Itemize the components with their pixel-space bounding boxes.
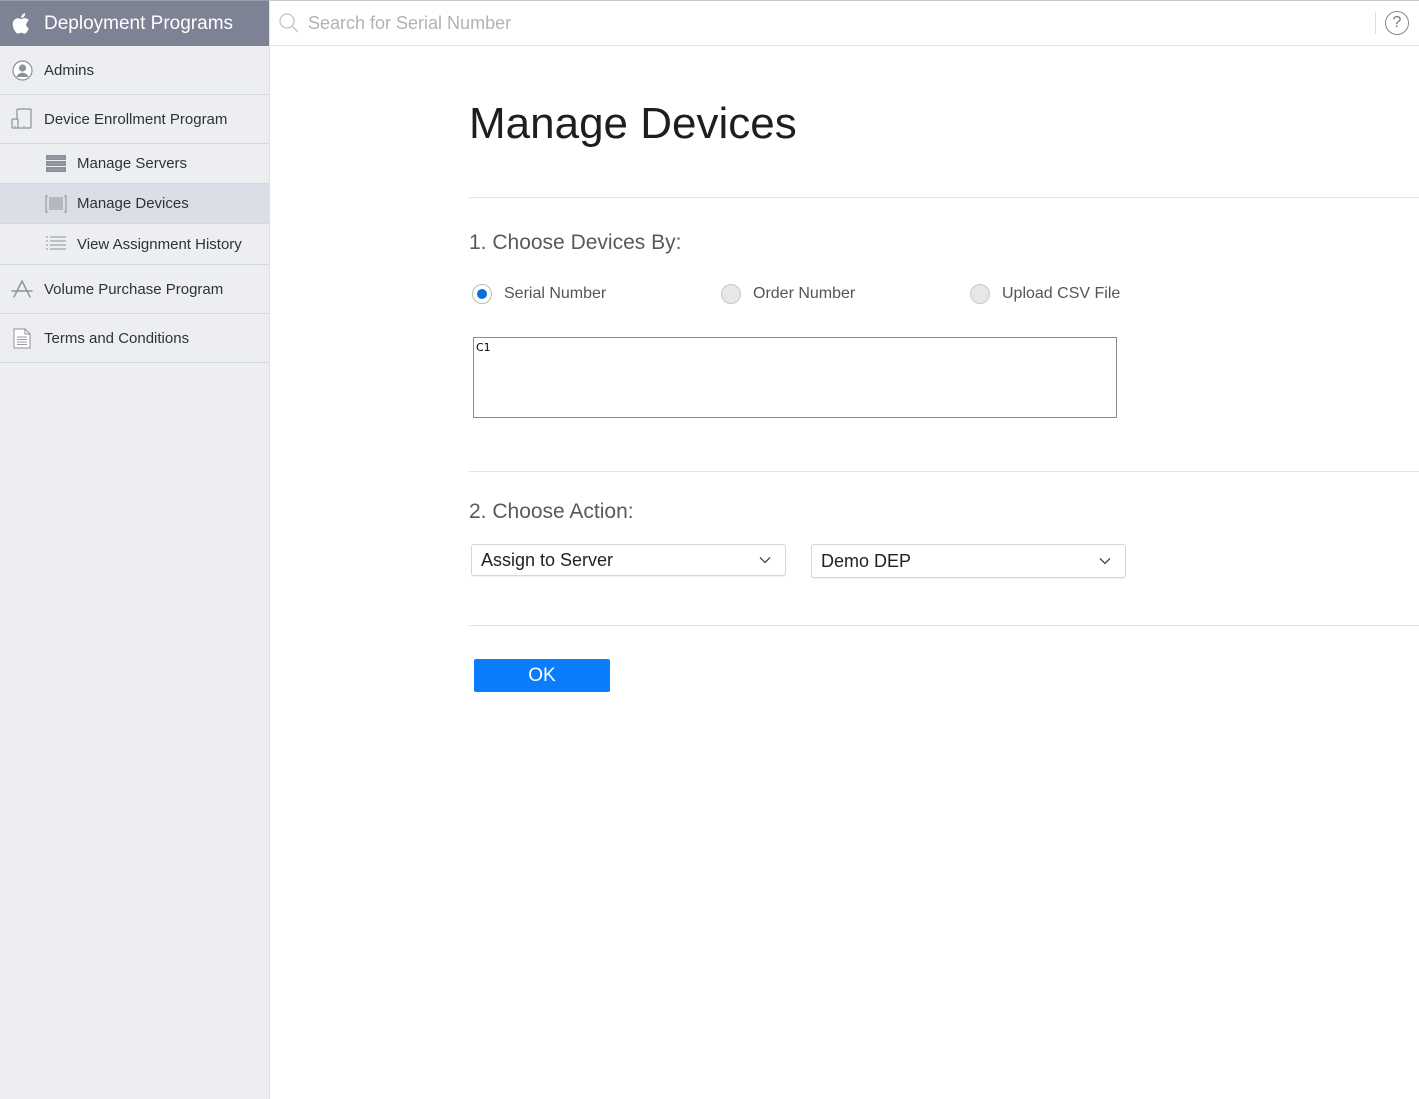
app-root: Deployment Programs Admins Device Enroll… <box>0 0 1419 1099</box>
sidebar-item-label: Manage Devices <box>77 195 189 212</box>
apple-icon <box>12 13 32 35</box>
server-select-value: Demo DEP <box>821 550 912 571</box>
device-selection-radios: Serial Number Order Number Upload CSV Fi… <box>469 282 1419 306</box>
radio-button[interactable] <box>721 284 741 304</box>
search-icon <box>278 12 300 34</box>
section-title: 2. Choose Action: <box>469 500 634 523</box>
radio-button[interactable] <box>970 284 990 304</box>
sidebar-item-label: Admins <box>44 61 95 79</box>
sidebar-item-label: View Assignment History <box>77 235 242 253</box>
sidebar-item-terms-and-conditions[interactable]: Terms and Conditions <box>0 314 269 363</box>
app-store-icon <box>11 278 33 300</box>
chevron-down-icon <box>1099 557 1111 565</box>
sidebar-item-manage-devices[interactable]: Manage Devices <box>0 184 269 224</box>
serial-search-input[interactable] <box>308 12 908 34</box>
divider <box>469 625 1419 626</box>
action-select-value: Assign to Server <box>481 549 614 570</box>
sidebar: Deployment Programs Admins Device Enroll… <box>0 0 270 1099</box>
topbar-divider <box>1375 12 1376 34</box>
help-icon: ? <box>1392 14 1402 31</box>
sidebar-item-label: Terms and Conditions <box>44 329 190 347</box>
user-circle-icon <box>11 59 33 81</box>
help-button[interactable]: ? <box>1385 11 1409 35</box>
barcode-icon <box>45 194 67 214</box>
section-title: 1. Choose Devices By: <box>469 231 682 254</box>
radio-serial-number[interactable]: Serial Number <box>472 284 721 304</box>
devices-icon <box>11 108 33 130</box>
chevron-down-icon <box>759 556 771 564</box>
sidebar-item-view-assignment-history[interactable]: View Assignment History <box>0 224 269 264</box>
sidebar-item-label: Device Enrollment Program <box>44 110 228 128</box>
sidebar-item-device-enrollment-program[interactable]: Device Enrollment Program <box>0 95 269 144</box>
server-icon <box>45 154 67 174</box>
radio-order-number[interactable]: Order Number <box>721 284 970 304</box>
document-icon <box>11 327 33 349</box>
sidebar-brand[interactable]: Deployment Programs <box>0 0 269 46</box>
radio-label: Serial Number <box>504 285 607 302</box>
ok-button[interactable]: OK <box>474 659 610 692</box>
sidebar-item-volume-purchase-program[interactable]: Volume Purchase Program <box>0 265 269 314</box>
radio-button-checked[interactable] <box>472 284 492 304</box>
page-title: Manage Devices <box>469 99 797 148</box>
choose-action-section: 2. Choose Action: Assign to Server Demo … <box>469 472 1419 625</box>
sidebar-brand-title: Deployment Programs <box>44 12 234 34</box>
choose-devices-section: 1. Choose Devices By: Serial Number Orde… <box>469 198 1419 471</box>
action-select[interactable]: Assign to Server <box>471 544 786 576</box>
main-content: Manage Devices 1. Choose Devices By: Ser… <box>469 46 1419 692</box>
sidebar-item-label: Volume Purchase Program <box>44 280 224 298</box>
list-icon <box>45 234 67 254</box>
radio-upload-csv[interactable]: Upload CSV File <box>970 284 1120 304</box>
sidebar-item-admins[interactable]: Admins <box>0 46 269 95</box>
top-search-bar: ? <box>270 0 1419 46</box>
radio-label: Upload CSV File <box>1002 285 1121 302</box>
server-select[interactable]: Demo DEP <box>811 544 1126 578</box>
serial-number-textarea[interactable]: C1 <box>473 337 1117 418</box>
sidebar-item-label: Manage Servers <box>77 155 188 172</box>
sidebar-subnav: Manage Servers Manage Devices View Assig… <box>0 144 269 265</box>
action-selects: Assign to Server Demo DEP <box>469 544 1419 578</box>
radio-label: Order Number <box>753 285 856 302</box>
sidebar-item-manage-servers[interactable]: Manage Servers <box>0 144 269 184</box>
